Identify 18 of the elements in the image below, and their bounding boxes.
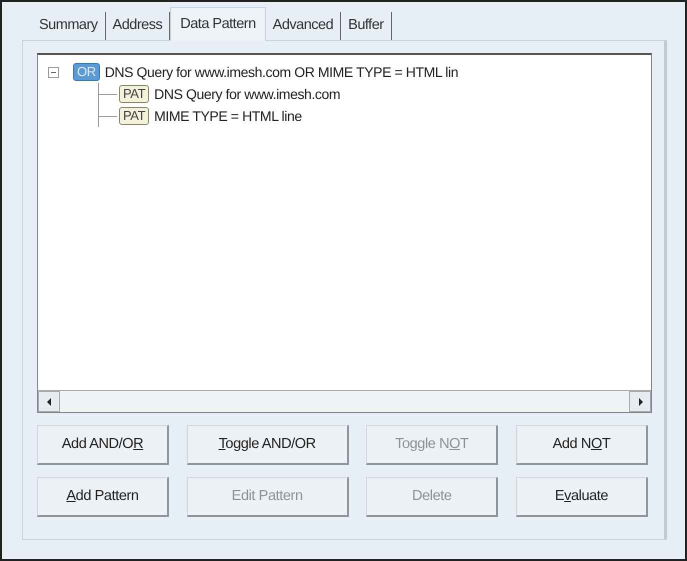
node-badge: PAT xyxy=(119,85,150,103)
scroll-right-button[interactable] xyxy=(629,391,651,412)
tab[interactable]: Data Pattern xyxy=(170,7,266,41)
tree-item[interactable]: DNS Query for www.imesh.com OR MIME TYPE = HTML lin xyxy=(104,62,458,82)
action-button[interactable]: Evaluate xyxy=(516,477,648,517)
collapse-icon[interactable] xyxy=(48,66,59,78)
action-button[interactable]: Add NOT xyxy=(516,425,648,465)
tree-item[interactable]: MIME TYPE = HTML line xyxy=(154,106,302,126)
tree-item[interactable]: DNS Query for www.imesh.com xyxy=(154,84,340,104)
horizontal-scrollbar[interactable] xyxy=(38,390,651,412)
scroll-left-button[interactable] xyxy=(38,391,60,412)
action-button[interactable]: Toggle AND/OR xyxy=(186,425,349,465)
node-badge: OR xyxy=(73,63,100,81)
right-arrow-icon xyxy=(638,398,642,406)
action-button[interactable]: Add Pattern xyxy=(37,477,169,517)
action-button[interactable]: Add AND/OR xyxy=(37,425,169,465)
left-arrow-icon xyxy=(46,398,52,406)
node-badge: PAT xyxy=(119,107,150,125)
